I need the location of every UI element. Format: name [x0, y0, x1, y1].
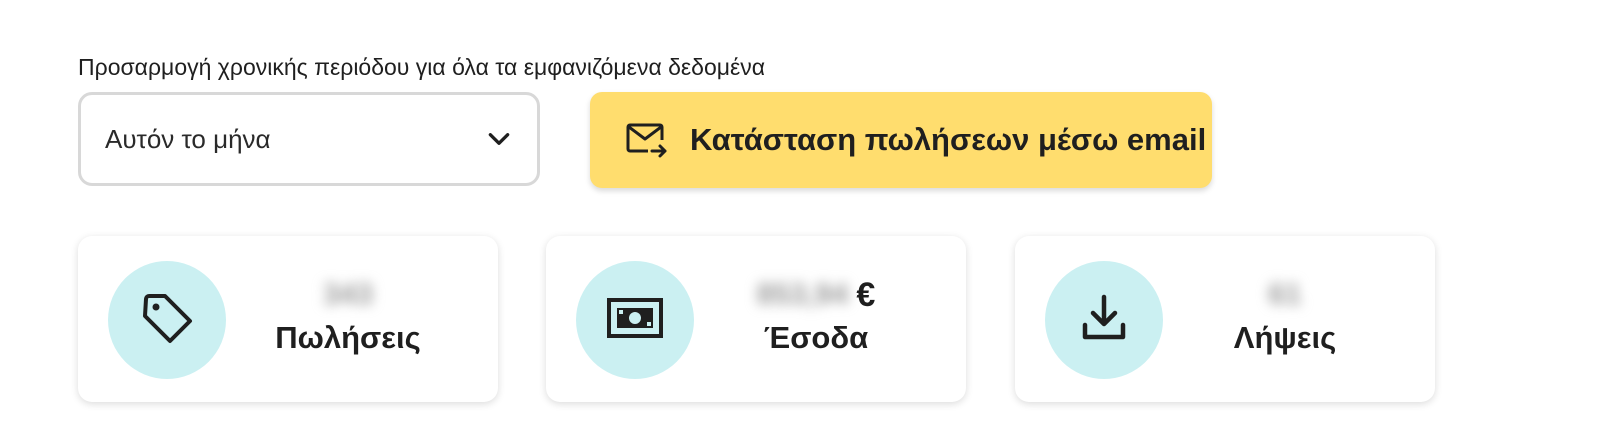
revenue-title: Έσοδα — [763, 320, 869, 355]
revenue-stat: 853,94 € Έσοδα — [716, 274, 916, 356]
period-select[interactable]: Αυτόν το μήνα — [78, 92, 540, 186]
sales-card: 343 Πωλήσεις — [78, 236, 498, 402]
period-filter-label: Προσαρμογή χρονικής περιόδου για όλα τα … — [78, 54, 766, 80]
sales-stat: 343 Πωλήσεις — [248, 274, 448, 356]
email-sales-report-label: Κατάσταση πωλήσεων μέσω email — [690, 122, 1207, 157]
downloads-title: Λήψεις — [1233, 320, 1337, 355]
sales-title: Πωλήσεις — [275, 320, 421, 355]
mail-forward-icon — [626, 120, 668, 160]
downloads-card: 61 Λήψεις — [1015, 236, 1435, 402]
revenue-value: 853,94 — [756, 278, 849, 311]
revenue-currency: € — [856, 275, 876, 314]
downloads-icon-circle — [1045, 261, 1163, 379]
downloads-value: 61 — [1268, 278, 1302, 311]
revenue-card: 853,94 € Έσοδα — [546, 236, 966, 402]
downloads-stat: 61 Λήψεις — [1185, 274, 1385, 356]
revenue-icon-circle — [576, 261, 694, 379]
email-sales-report-button[interactable]: Κατάσταση πωλήσεων μέσω email — [590, 92, 1212, 188]
chevron-down-icon — [485, 125, 513, 153]
sales-icon-circle — [108, 261, 226, 379]
download-icon — [1079, 293, 1129, 348]
tag-icon — [140, 291, 194, 350]
dashboard-summary: Προσαρμογή χρονικής περιόδου για όλα τα … — [0, 0, 1612, 436]
sales-value: 343 — [322, 278, 374, 311]
banknote-icon — [606, 296, 664, 345]
period-select-value: Αυτόν το μήνα — [105, 123, 271, 154]
